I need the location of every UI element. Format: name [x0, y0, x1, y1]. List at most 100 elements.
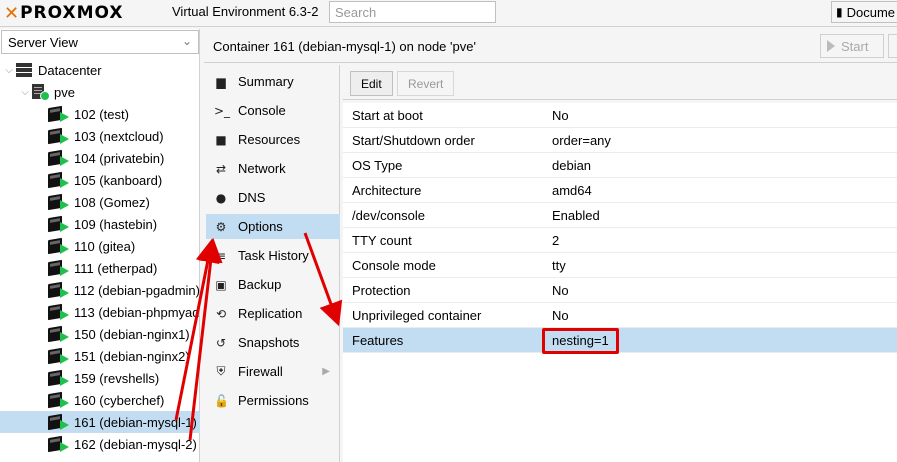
options-row[interactable]: Console mode tty — [343, 253, 897, 278]
container-running-icon — [48, 325, 69, 343]
container-running-icon — [48, 105, 69, 123]
container-running-icon — [48, 237, 69, 255]
tree-item-container[interactable]: 150 (debian-nginx1) — [0, 323, 200, 345]
tree-item-container[interactable]: 110 (gitea) — [0, 235, 200, 257]
documentation-button[interactable]: ▮ Docume — [831, 1, 897, 23]
menu-item-backup[interactable]: ▣ Backup — [206, 272, 340, 297]
options-row[interactable]: TTY count 2 — [343, 228, 897, 253]
options-row[interactable]: Architecture amd64 — [343, 178, 897, 203]
container-menu: ▆ Summary >_ Console ■ Resources ⇄ Network ● DNS ⚙… — [204, 65, 340, 462]
options-row[interactable]: Features nesting=1 — [343, 328, 897, 354]
options-row[interactable]: Unprivileged container No — [343, 303, 897, 328]
tree-item-container[interactable]: 111 (etherpad) — [0, 257, 200, 279]
tree-item-container[interactable]: 112 (debian-pgadmin) — [0, 279, 200, 301]
container-running-icon — [48, 281, 69, 299]
gear-icon: ⚙ — [215, 219, 227, 234]
menu-item-permissions[interactable]: 🔓 Permissions — [206, 388, 340, 413]
menu-item-label: Summary — [238, 74, 294, 89]
menu-item-replication[interactable]: ⟲ Replication — [206, 301, 340, 326]
menu-item-summary[interactable]: ▆ Summary — [206, 69, 340, 94]
container-running-icon — [48, 127, 69, 145]
shield-icon: ⛨ — [216, 364, 226, 378]
collapse-icon[interactable]: ⌵ — [20, 87, 30, 98]
menu-item-firewall[interactable]: ⛨ Firewall ▶ — [206, 359, 340, 384]
start-button[interactable]: Start — [820, 34, 884, 58]
menu-item-label: Network — [238, 161, 286, 176]
menu-item-label: Resources — [238, 132, 301, 147]
tree-item-container[interactable]: 160 (cyberchef) — [0, 389, 200, 411]
option-value: tty — [552, 257, 566, 273]
menu-item-network[interactable]: ⇄ Network — [206, 156, 340, 181]
tree-item-label: 105 (kanboard) — [74, 172, 163, 188]
option-key: Features — [352, 332, 404, 348]
container-running-icon — [48, 193, 69, 211]
option-value: order=any — [552, 132, 611, 148]
more-button[interactable] — [888, 34, 897, 58]
exchange-icon: ⇄ — [215, 161, 227, 176]
option-value: No — [552, 282, 569, 298]
documentation-label: Docume — [846, 4, 896, 20]
options-grid: Start at boot No Start/Shutdown order order… — [343, 103, 897, 462]
tree-item-label: Datacenter — [38, 62, 102, 78]
retweet-icon: ⟲ — [215, 306, 227, 321]
menu-item-options[interactable]: ⚙ Options — [206, 214, 340, 239]
tree-item-label: 150 (debian-nginx1) — [74, 326, 190, 342]
tree-item-label: 113 (debian-phpmyad — [74, 304, 200, 320]
menu-item-label: Permissions — [238, 393, 309, 408]
view-selector-value: Server View — [8, 35, 78, 50]
tree-item-container[interactable]: 102 (test) — [0, 103, 200, 125]
logo-x-icon: ✕ — [4, 2, 20, 24]
datacenter-icon — [16, 63, 32, 77]
tree-item-node-pve[interactable]: ⌵ pve — [0, 81, 200, 103]
tree-item-datacenter[interactable]: ⌵ Datacenter — [0, 59, 200, 81]
container-running-icon — [48, 347, 69, 365]
tree-item-container[interactable]: 159 (revshells) — [0, 367, 200, 389]
tree-item-container[interactable]: 161 (debian-mysql-1) — [0, 411, 200, 433]
resource-tree: Server View ⌄ ⌵ Datacenter ⌵ pve 102 (te… — [0, 29, 200, 462]
book-icon: ▮ — [836, 5, 843, 19]
menu-item-label: Firewall — [238, 364, 283, 379]
edit-button[interactable]: Edit — [350, 71, 393, 96]
option-key: Protection — [352, 282, 411, 298]
menu-item-dns[interactable]: ● DNS — [206, 185, 340, 210]
history-icon: ↺ — [215, 335, 227, 350]
options-row[interactable]: Start/Shutdown order order=any — [343, 128, 897, 153]
tree-item-container[interactable]: 151 (debian-nginx2) — [0, 345, 200, 367]
tree-item-container[interactable]: 109 (hastebin) — [0, 213, 200, 235]
options-row[interactable]: OS Type debian — [343, 153, 897, 178]
book-icon: ▆ — [216, 74, 226, 89]
tree-item-label: 110 (gitea) — [74, 238, 136, 254]
page-title: Container 161 (debian-mysql-1) on node '… — [213, 39, 476, 54]
search-input[interactable]: Search — [329, 1, 496, 23]
collapse-icon[interactable]: ⌵ — [4, 65, 14, 76]
server-online-icon — [32, 84, 50, 101]
option-key: TTY count — [352, 232, 412, 248]
tree-item-label: 111 (etherpad) — [74, 260, 158, 276]
tree-item-container[interactable]: 108 (Gomez) — [0, 191, 200, 213]
menu-item-resources[interactable]: ■ Resources — [206, 127, 340, 152]
options-row[interactable]: /dev/console Enabled — [343, 203, 897, 228]
globe-icon: ● — [215, 190, 227, 205]
unlock-icon: 🔓 — [214, 393, 229, 408]
content-header: Container 161 (debian-mysql-1) on node '… — [204, 29, 897, 63]
menu-item-console[interactable]: >_ Console — [206, 98, 340, 123]
option-value: Enabled — [552, 207, 600, 223]
terminal-icon: >_ — [214, 103, 231, 118]
options-row[interactable]: Start at boot No — [343, 103, 897, 128]
proxmox-logo[interactable]: ✕ PROXMOX — [4, 2, 123, 24]
menu-item-task-history[interactable]: ≡ Task History — [206, 243, 340, 268]
view-selector[interactable]: Server View ⌄ — [1, 30, 199, 54]
menu-item-label: Task History — [238, 248, 309, 263]
container-running-icon — [48, 303, 69, 321]
tree-item-container[interactable]: 103 (nextcloud) — [0, 125, 200, 147]
container-running-icon — [48, 391, 69, 409]
tree-item-container[interactable]: 113 (debian-phpmyad — [0, 301, 200, 323]
revert-button[interactable]: Revert — [397, 71, 455, 96]
tree-item-container[interactable]: 104 (privatebin) — [0, 147, 200, 169]
tree-item-container[interactable]: 162 (debian-mysql-2) — [0, 433, 200, 455]
menu-item-label: Snapshots — [238, 335, 300, 350]
tree-item-container[interactable]: 105 (kanboard) — [0, 169, 200, 191]
option-key: Console mode — [352, 257, 436, 273]
menu-item-snapshots[interactable]: ↺ Snapshots — [206, 330, 340, 355]
options-row[interactable]: Protection No — [343, 278, 897, 303]
